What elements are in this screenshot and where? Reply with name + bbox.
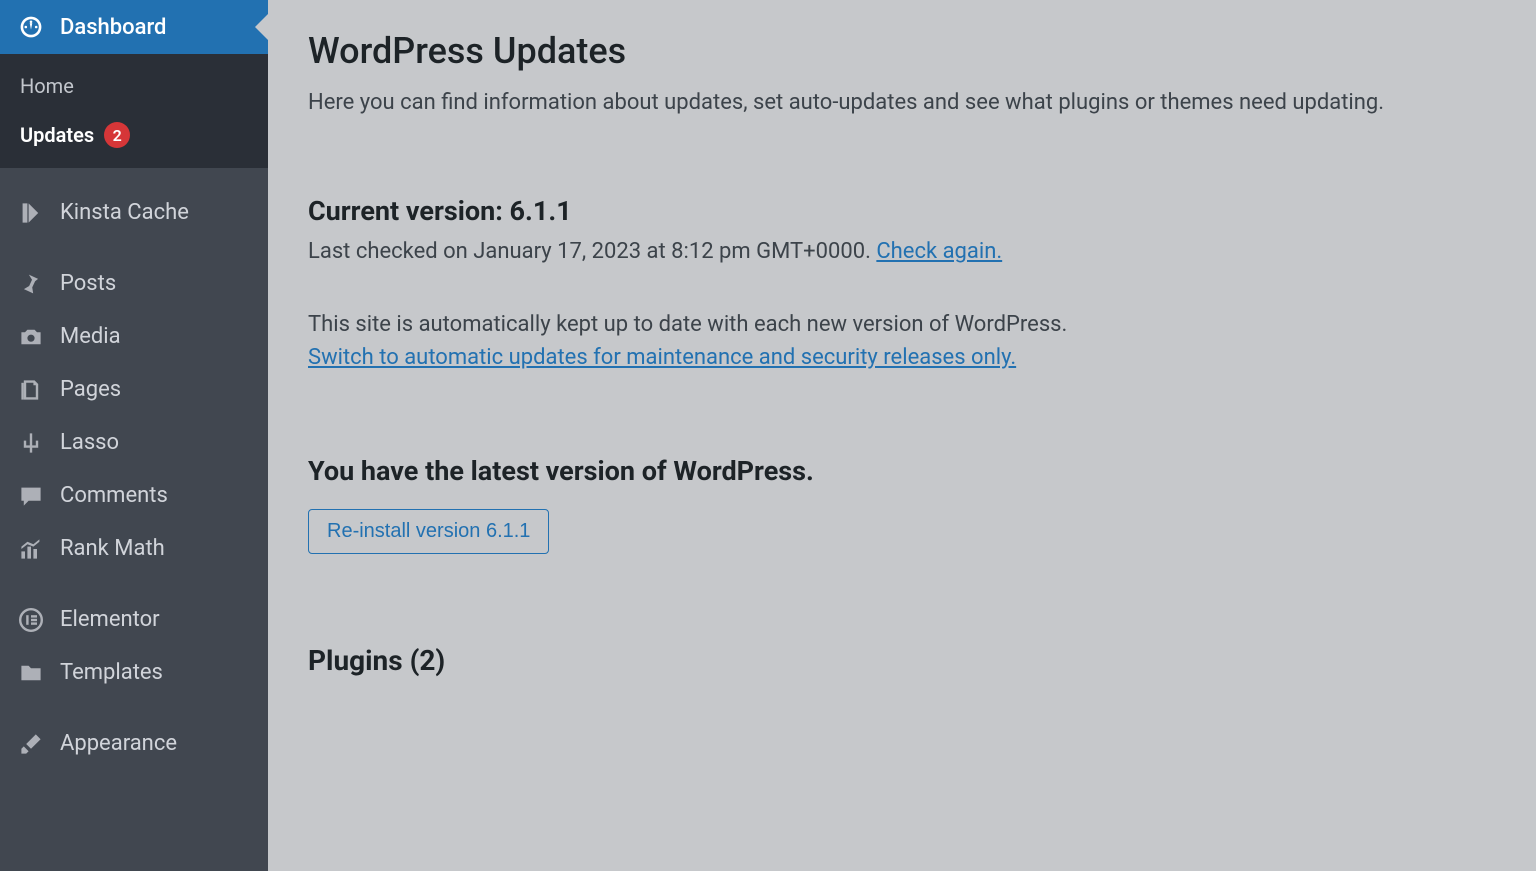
- kinsta-icon: [16, 201, 46, 225]
- last-checked-text: Last checked on January 17, 2023 at 8:12…: [308, 239, 1496, 264]
- camera-icon: [16, 325, 46, 349]
- submenu-label: Home: [20, 74, 74, 98]
- sidebar-item-label: Pages: [60, 377, 121, 402]
- submenu-item-updates[interactable]: Updates 2: [0, 110, 268, 160]
- submenu-item-home[interactable]: Home: [0, 62, 268, 110]
- latest-version-heading: You have the latest version of WordPress…: [308, 455, 1496, 487]
- sidebar-item-dashboard[interactable]: Dashboard: [0, 0, 268, 54]
- check-again-link[interactable]: Check again.: [876, 239, 1002, 264]
- sidebar-item-label: Templates: [60, 660, 163, 685]
- sidebar-item-label: Lasso: [60, 430, 119, 455]
- sidebar-separator: [0, 575, 268, 593]
- sidebar-item-label: Rank Math: [60, 536, 165, 561]
- sidebar-item-appearance[interactable]: Appearance: [0, 717, 268, 770]
- sidebar-item-label: Dashboard: [60, 15, 166, 40]
- sidebar-separator: [0, 239, 268, 257]
- folder-icon: [16, 661, 46, 685]
- elementor-icon: [16, 608, 46, 632]
- updates-badge: 2: [104, 122, 130, 148]
- sidebar-item-templates[interactable]: Templates: [0, 646, 268, 699]
- comment-icon: [16, 484, 46, 508]
- sidebar-item-label: Posts: [60, 271, 116, 296]
- sidebar-separator: [0, 699, 268, 717]
- dashboard-icon: [16, 14, 46, 40]
- sidebar-item-label: Elementor: [60, 607, 160, 632]
- sidebar-item-pages[interactable]: Pages: [0, 363, 268, 416]
- plugins-heading: Plugins (2): [308, 644, 1496, 677]
- brush-icon: [16, 732, 46, 756]
- sidebar-item-kinsta-cache[interactable]: Kinsta Cache: [0, 186, 268, 239]
- sidebar-item-rank-math[interactable]: Rank Math: [0, 522, 268, 575]
- sidebar-item-label: Kinsta Cache: [60, 200, 189, 225]
- page-title: WordPress Updates: [308, 30, 1496, 72]
- page-icon: [16, 378, 46, 402]
- intro-text: Here you can find information about upda…: [308, 90, 1496, 115]
- chart-icon: [16, 537, 46, 561]
- sidebar-item-comments[interactable]: Comments: [0, 469, 268, 522]
- dashboard-submenu: Home Updates 2: [0, 54, 268, 168]
- submenu-label: Updates: [20, 123, 94, 147]
- main-content: WordPress Updates Here you can find info…: [268, 0, 1536, 871]
- switch-auto-updates-link[interactable]: Switch to automatic updates for maintena…: [308, 345, 1016, 370]
- pin-icon: [16, 272, 46, 296]
- reinstall-button[interactable]: Re-install version 6.1.1: [308, 509, 549, 554]
- admin-sidebar: Dashboard Home Updates 2 Kinsta Cache Po…: [0, 0, 268, 871]
- current-version-heading: Current version: 6.1.1: [308, 195, 1496, 227]
- sidebar-item-label: Media: [60, 324, 121, 349]
- sidebar-item-posts[interactable]: Posts: [0, 257, 268, 310]
- sidebar-item-media[interactable]: Media: [0, 310, 268, 363]
- last-checked-prefix: Last checked on January 17, 2023 at 8:12…: [308, 239, 876, 264]
- sidebar-item-lasso[interactable]: Lasso: [0, 416, 268, 469]
- auto-update-message: This site is automatically kept up to da…: [308, 312, 1496, 337]
- sidebar-item-label: Appearance: [60, 731, 177, 756]
- cactus-icon: [16, 431, 46, 455]
- sidebar-separator: [0, 168, 268, 186]
- sidebar-item-label: Comments: [60, 483, 168, 508]
- sidebar-item-elementor[interactable]: Elementor: [0, 593, 268, 646]
